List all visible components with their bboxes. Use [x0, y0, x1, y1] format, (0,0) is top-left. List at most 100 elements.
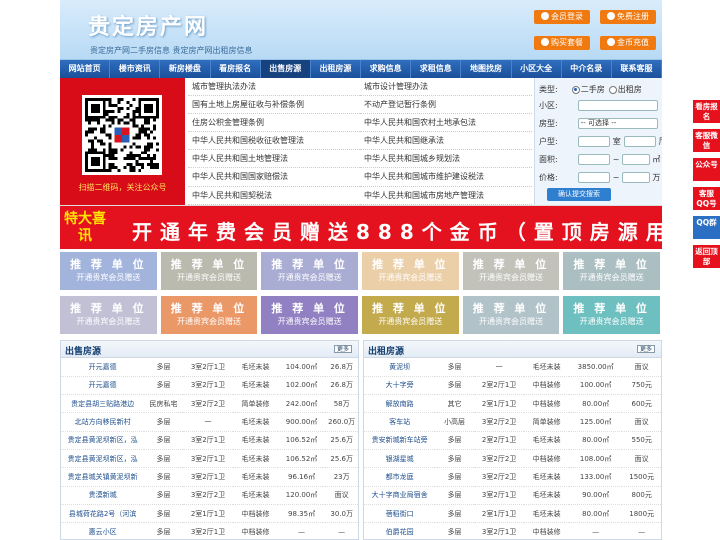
price-min-input[interactable]	[577, 172, 610, 183]
nav-item-10[interactable]: 中介名录	[562, 60, 612, 78]
table-cell: 简单装修	[524, 412, 569, 432]
recommend-tile[interactable]: 推 荐 单 位开通贵宾会员赠送	[563, 295, 660, 334]
law-link[interactable]: 城市设计管理办法	[360, 78, 532, 97]
qr-pattern	[85, 98, 159, 172]
law-link[interactable]: 中华人民共和国契税法	[188, 187, 360, 205]
nav-item-0[interactable]: 网站首页	[60, 60, 111, 78]
promo-banner[interactable]: 特大喜讯 开通年费会员赠送888个金币（置顶房源用）	[60, 206, 662, 252]
table-row[interactable]: 蓓稻街口 多层 2室1厅1卫 毛坯未装 80.00㎡ 1800元	[364, 504, 661, 524]
table-row[interactable]: 贵漠新城 多层 3室2厅2卫 毛坯未装 120.00㎡ 面议	[61, 486, 358, 505]
table-row[interactable]: 大十字旁 多层 2室2厅1卫 中档装修 100.00㎡ 750元	[364, 376, 661, 396]
recommend-tile[interactable]: 推 荐 单 位开通贵宾会员赠送	[261, 295, 358, 334]
table-row[interactable]: 县城荷花路2号（河滨 多层 2室1厅1卫 中档装修 98.35㎡ 30.0万	[61, 504, 358, 524]
table-row[interactable]: 银湖星城 多层 3室2厅2卫 中档装修 108.00㎡ 面议	[364, 449, 661, 469]
table-row[interactable]: 贵定县胡三贴路港边 民房私宅 3室2厅2卫 简单装修 242.00㎡ 58万	[61, 394, 358, 414]
table-cell: 毛坯未装	[233, 376, 278, 396]
table-cell: 客车站	[364, 412, 436, 432]
recommend-title: 推 荐 单 位	[170, 258, 248, 271]
law-link[interactable]: 中华人民共和国城市房地产管理法	[360, 187, 532, 205]
nav-item-2[interactable]: 新房楼盘	[160, 60, 211, 78]
table-row[interactable]: 贵定县城关镇黄泥坝新 多层 3室2厅1卫 毛坯未装 96.16㎡ 23万	[61, 467, 358, 487]
recharge-button[interactable]: 金币充值	[600, 36, 656, 50]
community-input[interactable]	[577, 100, 658, 111]
search-submit-button[interactable]: 确认提交搜索	[547, 188, 611, 201]
recommend-tile[interactable]: 推 荐 单 位开通贵宾会员赠送	[563, 252, 660, 290]
law-link[interactable]: 中华人民共和国农村土地承包法	[360, 114, 532, 133]
nav-item-7[interactable]: 求租信息	[411, 60, 462, 78]
table-row[interactable]: 贵安新城新车站旁 多层 2室2厅1卫 毛坯未装 80.00㎡ 550元	[364, 431, 661, 450]
nav-item-5[interactable]: 出租房源	[311, 60, 362, 78]
recommend-tile[interactable]: 推 荐 单 位开通贵宾会员赠送	[462, 295, 560, 334]
table-cell: 开元嘉德	[61, 376, 145, 396]
table-row[interactable]: 解放南路 其它 2室1厅1卫 中档装修 80.00㎡ 600元	[364, 394, 661, 414]
law-link[interactable]: 中华人民共和国税收征收管理法	[188, 132, 360, 151]
table-row[interactable]: 客车站 小高层 3室2厅2卫 简单装修 125.00㎡ 面议	[364, 412, 661, 432]
recommend-tile[interactable]: 推 荐 单 位开通贵宾会员赠送	[60, 295, 157, 334]
sale-more-button[interactable]: 更多	[334, 345, 352, 353]
law-link[interactable]: 住房公积金管理条例	[188, 114, 360, 133]
table-row[interactable]: 惠云小区 多层 3室2厅1卫 中档装修 — —	[61, 522, 358, 540]
law-link[interactable]: 中华人民共和国土地管理法	[188, 150, 360, 169]
area-min-input[interactable]	[577, 154, 610, 165]
recommend-tile[interactable]: 推 荐 单 位开通贵宾会员赠送	[160, 295, 258, 334]
register-button[interactable]: 免费注册	[600, 10, 656, 24]
sidebar-item-3[interactable]: 客服QQ号	[693, 187, 720, 210]
hall-select[interactable]	[623, 136, 656, 147]
table-cell: 贵定县黄泥坝新区，泓	[61, 431, 145, 450]
law-link[interactable]: 中华人民共和国城市维护建设税法	[360, 168, 532, 187]
sidebar-item-0[interactable]: 看房报名	[693, 100, 720, 123]
room-select[interactable]	[577, 136, 610, 147]
login-button[interactable]: 会员登录	[534, 10, 590, 24]
rent-more-button[interactable]: 更多	[637, 345, 655, 353]
radio-sale[interactable]	[571, 85, 580, 94]
table-row[interactable]: 都市龙庭 多层 3室2厅2卫 毛坯未装 133.00㎡ 1500元	[364, 467, 661, 487]
site-title[interactable]: 贵定房产网	[88, 9, 208, 41]
table-row[interactable]: 开元嘉德 多层 3室2厅1卫 毛坯未装 102.00㎡ 26.8万	[61, 376, 358, 396]
law-link[interactable]: 中华人民共和国继承法	[360, 132, 532, 151]
law-link[interactable]: 不动产登记暂行条例	[360, 96, 532, 115]
table-row[interactable]: 北站方向移民新村 多层一毛坯未装 900.00㎡ 260.0万	[61, 412, 358, 432]
price-max-input[interactable]	[622, 172, 651, 183]
recommend-tile[interactable]: 推 荐 单 位开通贵宾会员赠送	[361, 295, 459, 334]
nav-item-1[interactable]: 楼市资讯	[110, 60, 161, 78]
table-row[interactable]: 伯爵花园 多层 3室2厅1卫 中档装修 — —	[364, 522, 661, 540]
table-row[interactable]: 开元嘉德 多层 3室2厅1卫 毛坯未装 104.00㎡ 26.8万	[61, 358, 358, 377]
table-cell: 贵定县城关镇黄泥坝新	[61, 467, 145, 487]
table-row[interactable]: 贵定县黄泥坝新区，泓 多层 3室2厅1卫 毛坯未装 106.52㎡ 25.6万	[61, 431, 358, 450]
table-cell: 毛坯未装	[524, 358, 569, 377]
recommend-tile[interactable]: 推 荐 单 位开通贵宾会员赠送	[60, 252, 157, 290]
recommend-tile[interactable]: 推 荐 单 位开通贵宾会员赠送	[361, 252, 459, 290]
law-link[interactable]: 城市管理执法办法	[188, 78, 360, 97]
nav-item-3[interactable]: 看房报名	[211, 60, 261, 78]
housetype-select[interactable]: -- 可选择 --	[577, 118, 658, 129]
nav-item-6[interactable]: 求购信息	[361, 60, 412, 78]
law-link[interactable]: 中华人民共和国城乡规划法	[360, 150, 532, 169]
sidebar-item-1[interactable]: 客服微信	[693, 129, 720, 152]
recommend-tile[interactable]: 推 荐 单 位开通贵宾会员赠送	[160, 252, 258, 290]
table-cell: 都市龙庭	[364, 467, 436, 487]
recommend-tile[interactable]: 推 荐 单 位开通贵宾会员赠送	[462, 252, 560, 290]
price-row: 价格: ~ 万	[539, 172, 661, 183]
table-row[interactable]: 黄泥坝 多层一毛坯未装 3850.00㎡ 面议	[364, 358, 661, 377]
area-max-input[interactable]	[622, 154, 651, 165]
table-cell: 26.8万	[325, 376, 358, 396]
sidebar-item-5[interactable]: 返回顶部	[693, 245, 720, 268]
nav-item-9[interactable]: 小区大全	[512, 60, 562, 78]
table-cell: 毛坯未装	[524, 486, 569, 505]
radio-rent[interactable]	[608, 85, 617, 94]
recommend-tile[interactable]: 推 荐 单 位开通贵宾会员赠送	[261, 252, 358, 290]
nav-item-11[interactable]: 联系客服	[612, 60, 662, 78]
nav-item-4[interactable]: 出售房源	[260, 60, 311, 78]
sale-panel-header: 出售房源 更多	[61, 341, 358, 358]
law-link[interactable]: 中华人民共和国国家赔偿法	[188, 168, 360, 187]
sidebar-item-4[interactable]: QQ群	[693, 216, 720, 239]
table-cell: 多层	[435, 358, 474, 377]
recommend-title: 推 荐 单 位	[271, 301, 348, 315]
buy-package-button[interactable]: 购买套餐	[534, 36, 590, 50]
sidebar-item-2[interactable]: 公众号	[693, 158, 720, 181]
nav-item-8[interactable]: 地图找房	[461, 60, 512, 78]
law-link[interactable]: 国有土地上房屋征收与补偿条例	[188, 96, 360, 115]
table-row[interactable]: 贵定县黄泥坝新区，泓 多层 3室2厅1卫 毛坯未装 106.52㎡ 25.6万	[61, 449, 358, 469]
search-panel: 类型: 二手房 出租房 小区: 房型: -- 可选择 -- 户型: 室 厅 面积…	[534, 78, 662, 205]
table-row[interactable]: 大十字商业局宿舍 多层 3室2厅1卫 毛坯未装 90.00㎡ 800元	[364, 486, 661, 505]
